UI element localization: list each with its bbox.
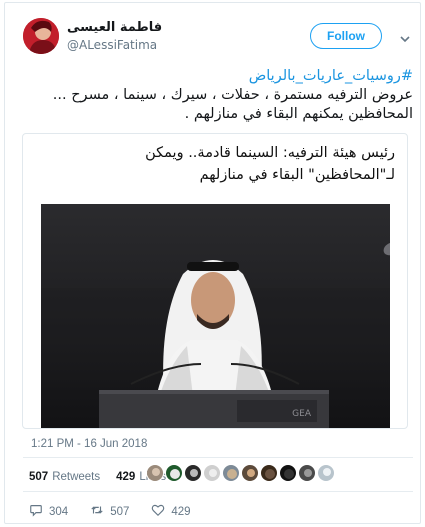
retweet-button[interactable]: 507 <box>90 503 129 520</box>
likers-avatars <box>146 464 335 482</box>
liker-avatar[interactable] <box>298 464 316 482</box>
media-caption: رئيس هيئة الترفيه: السينما قادمة.. ويمكن… <box>35 142 395 186</box>
like-count: 429 <box>171 505 191 518</box>
tweet-text-line-1: عروض الترفيه مستمرة ، حفلات ، سيرك ، سين… <box>52 87 413 103</box>
like-button[interactable]: 429 <box>151 503 191 520</box>
user-handle[interactable]: @ALessiFatima <box>67 38 157 52</box>
divider <box>23 457 413 458</box>
liker-avatar[interactable] <box>260 464 278 482</box>
retweet-icon <box>90 503 104 520</box>
liker-avatar[interactable] <box>317 464 335 482</box>
liker-avatar[interactable] <box>203 464 221 482</box>
retweet-count: 507 <box>110 505 130 518</box>
liker-avatar[interactable] <box>165 464 183 482</box>
tweet-header: فاطمة العيسى @ALessiFatima Follow <box>23 18 413 58</box>
likes-count[interactable]: 429 <box>116 471 135 483</box>
follow-button[interactable]: Follow <box>310 23 382 49</box>
tweet-actions: 304 507 429 <box>29 503 213 520</box>
liker-avatar[interactable] <box>241 464 259 482</box>
reply-button[interactable]: 304 <box>29 503 68 520</box>
tweet-text-line-2: المحافظين يمكنهم البقاء في منازلهم . <box>184 106 413 122</box>
tweet-timestamp[interactable]: 1:21 PM - 16 Jun 2018 <box>31 438 147 450</box>
media-caption-line-2: لـ"المحافظين" البقاء في منازلهم <box>199 167 395 183</box>
backdrop-text: نبني قطاع الترفيه <box>381 220 390 266</box>
svg-text:GEA: GEA <box>292 409 312 419</box>
liker-avatar[interactable] <box>279 464 297 482</box>
retweets-count[interactable]: 507 <box>29 471 48 483</box>
hashtag-link[interactable]: #روسيات_عاريات_بالرياض <box>21 67 413 86</box>
news-photo[interactable]: نبني قطاع الترفيه <box>41 204 390 428</box>
tweet-card: فاطمة العيسى @ALessiFatima Follow #روسيا… <box>4 2 421 524</box>
liker-avatar[interactable] <box>184 464 202 482</box>
liker-avatar[interactable] <box>146 464 164 482</box>
tweet-text: #روسيات_عاريات_بالرياض عروض الترفيه مستم… <box>21 67 413 124</box>
liker-avatar[interactable] <box>222 464 240 482</box>
chevron-down-icon[interactable] <box>399 30 411 43</box>
user-display-name[interactable]: فاطمة العيسى <box>67 20 162 35</box>
divider <box>23 491 413 492</box>
avatar[interactable] <box>23 18 59 54</box>
reply-icon <box>29 503 43 520</box>
retweets-label[interactable]: Retweets <box>52 471 100 483</box>
reply-count: 304 <box>49 505 69 518</box>
tweet-media[interactable]: رئيس هيئة الترفيه: السينما قادمة.. ويمكن… <box>22 133 408 429</box>
heart-icon <box>151 503 165 520</box>
media-caption-line-1: رئيس هيئة الترفيه: السينما قادمة.. ويمكن <box>145 145 395 161</box>
